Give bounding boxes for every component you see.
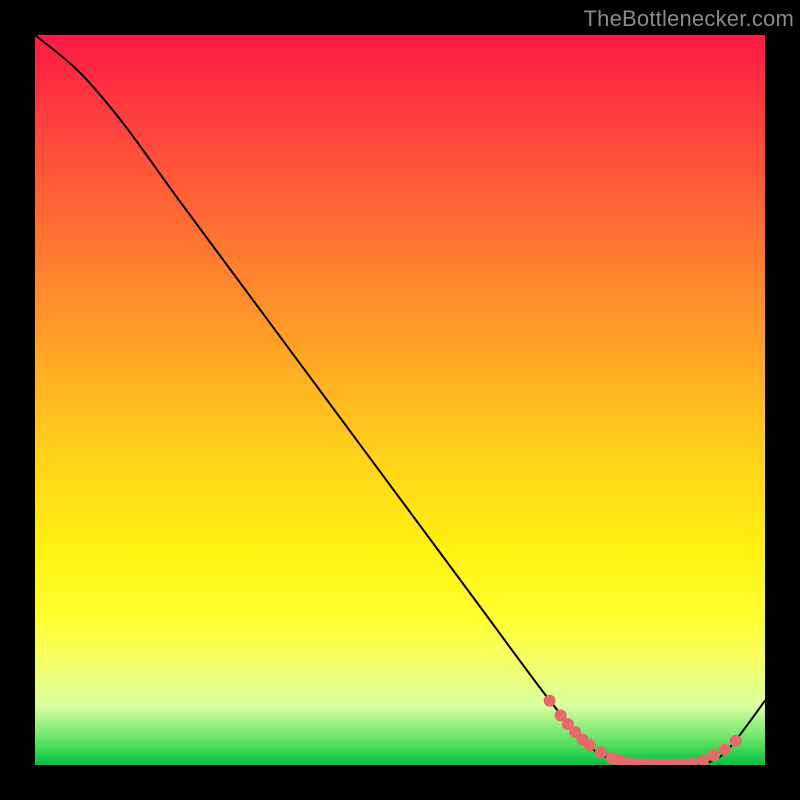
bottleneck-curve <box>35 35 765 765</box>
data-marker <box>584 739 596 751</box>
attribution-text: TheBottlenecker.com <box>584 6 794 32</box>
data-marker <box>544 695 556 707</box>
data-markers <box>544 695 742 765</box>
chart-stage: TheBottlenecker.com <box>0 0 800 800</box>
data-marker <box>686 758 698 765</box>
data-marker <box>708 750 720 762</box>
curve-svg <box>35 35 765 765</box>
data-marker <box>730 735 742 747</box>
data-marker <box>697 755 709 765</box>
plot-area <box>35 35 765 765</box>
data-marker <box>719 744 731 756</box>
data-marker <box>595 747 607 759</box>
